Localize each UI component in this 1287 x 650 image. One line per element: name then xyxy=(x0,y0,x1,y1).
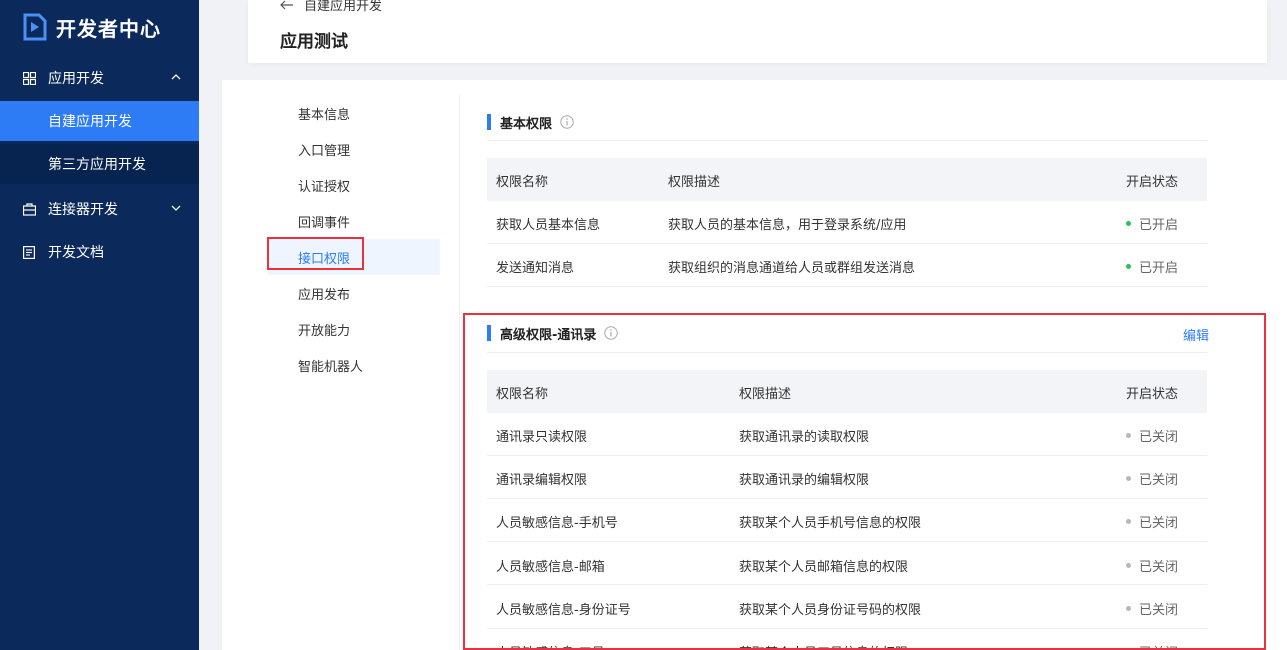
logo-text: 开发者中心 xyxy=(56,16,161,41)
nav-group-connector-dev[interactable]: 连接器开发 xyxy=(0,187,199,231)
menu-item-app-publish[interactable]: 应用发布 xyxy=(268,275,440,311)
highlight-box-advanced xyxy=(463,313,1266,650)
back-label: 自建应用开发 xyxy=(304,0,383,14)
status-dot xyxy=(1126,264,1131,269)
connector-icon xyxy=(22,202,36,216)
nav-group-label: 开发文档 xyxy=(48,245,104,261)
nav-sub-label: 第三方应用开发 xyxy=(48,157,146,173)
logo-icon xyxy=(23,13,47,41)
menu-item-auth[interactable]: 认证授权 xyxy=(268,167,440,203)
menu-item-label: 应用发布 xyxy=(298,287,351,303)
table-header-basic: 权限名称 权限描述 开启状态 xyxy=(487,158,1207,201)
nav-group-label: 连接器开发 xyxy=(48,202,118,218)
chevron-up-icon xyxy=(171,74,181,80)
status-text: 已开启 xyxy=(1139,261,1179,276)
menu-item-open-capabilities[interactable]: 开放能力 xyxy=(268,311,440,347)
menu-item-entry-management[interactable]: 入口管理 xyxy=(268,131,440,167)
table-row: 获取人员基本信息 获取人员的基本信息，用于登录系统/应用 已开启 xyxy=(487,201,1207,244)
nav-sub-label: 自建应用开发 xyxy=(48,114,132,130)
status-text: 已开启 xyxy=(1139,218,1179,233)
logo[interactable]: 开发者中心 xyxy=(22,12,161,42)
nav-sub-third-party[interactable]: 第三方应用开发 xyxy=(0,144,199,184)
status-dot xyxy=(1126,221,1131,226)
back-link[interactable]: 自建应用开发 xyxy=(280,0,382,14)
nav-group-label: 应用开发 xyxy=(48,71,104,87)
nav-sub-self-built[interactable]: 自建应用开发 xyxy=(0,101,199,141)
menu-item-label: 基本信息 xyxy=(298,107,351,123)
nav-group-dev-docs[interactable]: 开发文档 xyxy=(0,230,199,274)
document-icon xyxy=(22,245,36,259)
table-row: 发送通知消息 获取组织的消息通道给人员或群组发送消息 已开启 xyxy=(487,244,1207,287)
vertical-divider xyxy=(459,95,460,650)
permission-desc: 获取人员的基本信息，用于登录系统/应用 xyxy=(668,218,907,233)
permission-name: 获取人员基本信息 xyxy=(496,218,601,233)
column-header-desc: 权限描述 xyxy=(668,175,721,190)
section-title-text: 基本权限 xyxy=(500,116,553,132)
menu-item-callback-events[interactable]: 回调事件 xyxy=(268,203,440,239)
permission-name: 发送通知消息 xyxy=(496,261,575,276)
page-title: 应用测试 xyxy=(280,32,348,52)
section-title-basic: 基本权限 xyxy=(500,113,574,132)
menu-item-label: 入口管理 xyxy=(298,143,351,159)
sidebar: 开发者中心 应用开发 自建应用开发 第三方应用开发 连接器开发 开发文档 xyxy=(0,0,199,650)
permission-desc: 获取组织的消息通道给人员或群组发送消息 xyxy=(668,261,916,276)
column-header-name: 权限名称 xyxy=(496,175,549,190)
menu-item-basic-info[interactable]: 基本信息 xyxy=(268,95,440,131)
chevron-down-icon xyxy=(171,205,181,211)
section-divider xyxy=(487,140,1207,141)
info-icon[interactable] xyxy=(560,115,574,129)
menu-item-smart-robot[interactable]: 智能机器人 xyxy=(268,347,440,383)
column-header-status: 开启状态 xyxy=(1126,175,1179,190)
status-badge: 已开启 xyxy=(1126,257,1178,276)
menu-item-label: 智能机器人 xyxy=(298,359,364,375)
page-header: 自建应用开发 应用测试 xyxy=(248,0,1267,63)
section-marker xyxy=(487,114,491,130)
arrow-left-icon xyxy=(280,0,293,9)
menu-item-label: 开放能力 xyxy=(298,323,351,339)
grid-icon xyxy=(22,71,36,85)
highlight-box-menu xyxy=(267,237,364,270)
status-badge: 已开启 xyxy=(1126,214,1178,233)
menu-item-label: 回调事件 xyxy=(298,215,351,231)
nav-group-app-dev[interactable]: 应用开发 xyxy=(0,56,199,100)
menu-item-label: 认证授权 xyxy=(298,179,351,195)
